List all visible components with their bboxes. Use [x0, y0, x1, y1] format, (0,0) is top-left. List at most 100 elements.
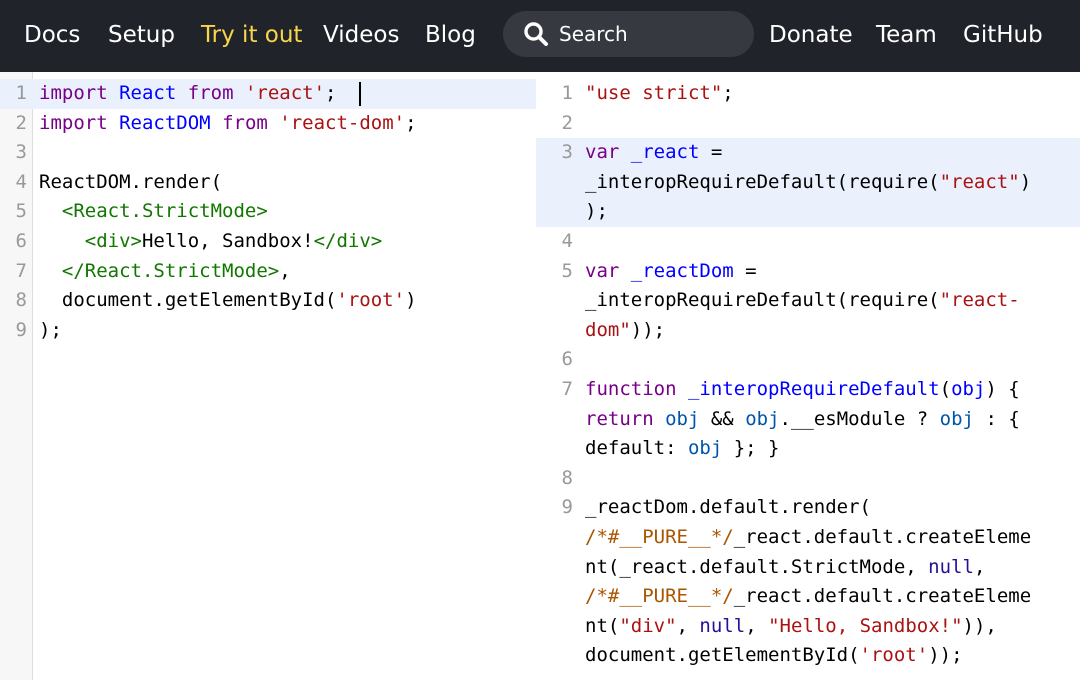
code-token: nt(: [585, 614, 620, 637]
code-token: : {: [974, 407, 1020, 430]
code-text: nt("div", null, "Hello, Sandbox!")),: [585, 612, 1080, 642]
output-code-editor[interactable]: 1 "use strict"; 2 3 var _react = _interopReq…: [536, 72, 1080, 680]
code-token: import: [39, 111, 108, 134]
code-line: 1 "use strict";: [536, 79, 1080, 109]
code-token: );: [39, 318, 62, 341]
line-number: 3: [15, 141, 27, 164]
input-code-editor[interactable]: 1 import React from 'react'; 2 import React…: [0, 72, 536, 680]
code-token: </div>: [313, 229, 383, 252]
nav-link-team[interactable]: Team: [876, 0, 937, 72]
code-text: dom"));: [585, 316, 1080, 346]
code-token: <div>: [84, 229, 142, 252]
code-line: 6 <div>Hello, Sandbox!</div>: [0, 227, 536, 257]
code-token: document.getElementById(: [39, 289, 337, 312]
nav-link-donate[interactable]: Donate: [769, 0, 853, 72]
code-text: );: [585, 197, 1080, 227]
code-token: "react-: [939, 289, 1020, 312]
code-line: dom"));: [536, 316, 1080, 346]
code-text: );: [39, 316, 536, 346]
code-text: function _interopRequireDefault(obj) {: [585, 375, 1080, 405]
code-line: nt(_react.default.StrictMode, null,: [536, 553, 1080, 583]
code-token: from: [222, 111, 268, 134]
code-line: 4 ReactDOM.render(: [0, 168, 536, 198]
nav-link-docs[interactable]: Docs: [24, 0, 80, 72]
line-number: 5: [561, 259, 573, 282]
top-navigation: Docs Setup Try it out Videos Blog Donate…: [0, 0, 1080, 72]
line-number: 8: [561, 466, 573, 489]
code-token: ): [405, 289, 417, 312]
line-number: 2: [561, 111, 573, 134]
code-line: 1 import React from 'react';: [0, 79, 536, 109]
input-code[interactable]: 1 import React from 'react'; 2 import React…: [0, 79, 536, 345]
code-line: 7 </React.StrictMode>,: [0, 257, 536, 287]
code-token: Hello, Sandbox!: [141, 229, 314, 252]
code-line: document.getElementById('root'));: [536, 641, 1080, 671]
code-line: 3: [0, 138, 536, 168]
line-number: 9: [15, 318, 27, 341]
code-text: _interopRequireDefault(require("react-: [585, 286, 1080, 316]
line-number: 4: [15, 170, 27, 193]
code-text: </React.StrictMode>,: [39, 257, 536, 287]
code-token: _reactDom: [630, 259, 734, 282]
code-token: _react: [630, 141, 700, 164]
code-line: return obj && obj.__esModule ? obj : {: [536, 405, 1080, 435]
code-token: _interopRequireDefault(require(: [585, 170, 940, 193]
code-line: 4: [536, 227, 1080, 257]
code-token: )),: [962, 614, 997, 637]
code-text: ReactDOM.render(: [39, 168, 536, 198]
code-token: nt(_react.default.StrictMode,: [585, 555, 929, 578]
nav-link-blog[interactable]: Blog: [425, 0, 476, 72]
code-token: </React.StrictMode>: [61, 259, 280, 282]
code-line: 5 var _reactDom =: [536, 257, 1080, 287]
search-input[interactable]: [559, 11, 744, 57]
code-line: 7 function _interopRequireDefault(obj) {: [536, 375, 1080, 405]
nav-link-github[interactable]: GitHub: [963, 0, 1043, 72]
code-token: obj: [745, 407, 780, 430]
code-line: 2: [536, 109, 1080, 139]
code-line: 9 _reactDom.default.render(: [536, 493, 1080, 523]
code-token: 'root': [859, 644, 929, 667]
code-token: document.getElementById(: [585, 644, 860, 667]
code-token: .__esModule ?: [779, 407, 940, 430]
line-number: 7: [15, 259, 27, 282]
code-token: );: [585, 200, 608, 223]
line-number: 2: [15, 111, 27, 134]
line-number: 3: [561, 141, 573, 164]
code-line: 9);: [0, 316, 536, 346]
nav-link-setup[interactable]: Setup: [108, 0, 175, 72]
line-number: 8: [15, 289, 27, 312]
code-text: import React from 'react';: [39, 79, 536, 109]
code-line: _interopRequireDefault(require("react"): [536, 167, 1080, 198]
code-token: _react.default.createEleme: [733, 585, 1032, 608]
code-text: default: obj }; }: [585, 434, 1080, 464]
code-token: &&: [699, 407, 746, 430]
code-line: 5 <React.StrictMode>: [0, 197, 536, 227]
code-token: import: [39, 82, 108, 104]
code-token: ));: [928, 644, 963, 667]
code-line: );: [536, 197, 1080, 227]
search-box[interactable]: [503, 11, 754, 57]
code-line: /*#__PURE__*/_react.default.createEleme: [536, 582, 1080, 612]
code-token: _react.default.createEleme: [733, 525, 1032, 548]
code-token: /*#__PURE__*/: [585, 585, 734, 608]
code-text: var _reactDom =: [585, 257, 1080, 287]
code-token: from: [187, 82, 234, 104]
code-token: 'react': [244, 82, 326, 104]
nav-link-videos[interactable]: Videos: [323, 0, 399, 72]
nav-link-try-it-out[interactable]: Try it out: [201, 0, 302, 72]
search-icon: [524, 22, 548, 46]
code-line: 6: [536, 345, 1080, 375]
code-line: /*#__PURE__*/_react.default.createEleme: [536, 523, 1080, 553]
code-text: _interopRequireDefault(require("react"): [585, 168, 1080, 198]
code-text: "use strict";: [585, 79, 1080, 109]
code-token: ;: [722, 82, 734, 104]
code-line: 2 import ReactDOM from 'react-dom';: [0, 109, 536, 139]
code-token: 'root': [336, 289, 406, 312]
line-number: 7: [561, 377, 573, 400]
